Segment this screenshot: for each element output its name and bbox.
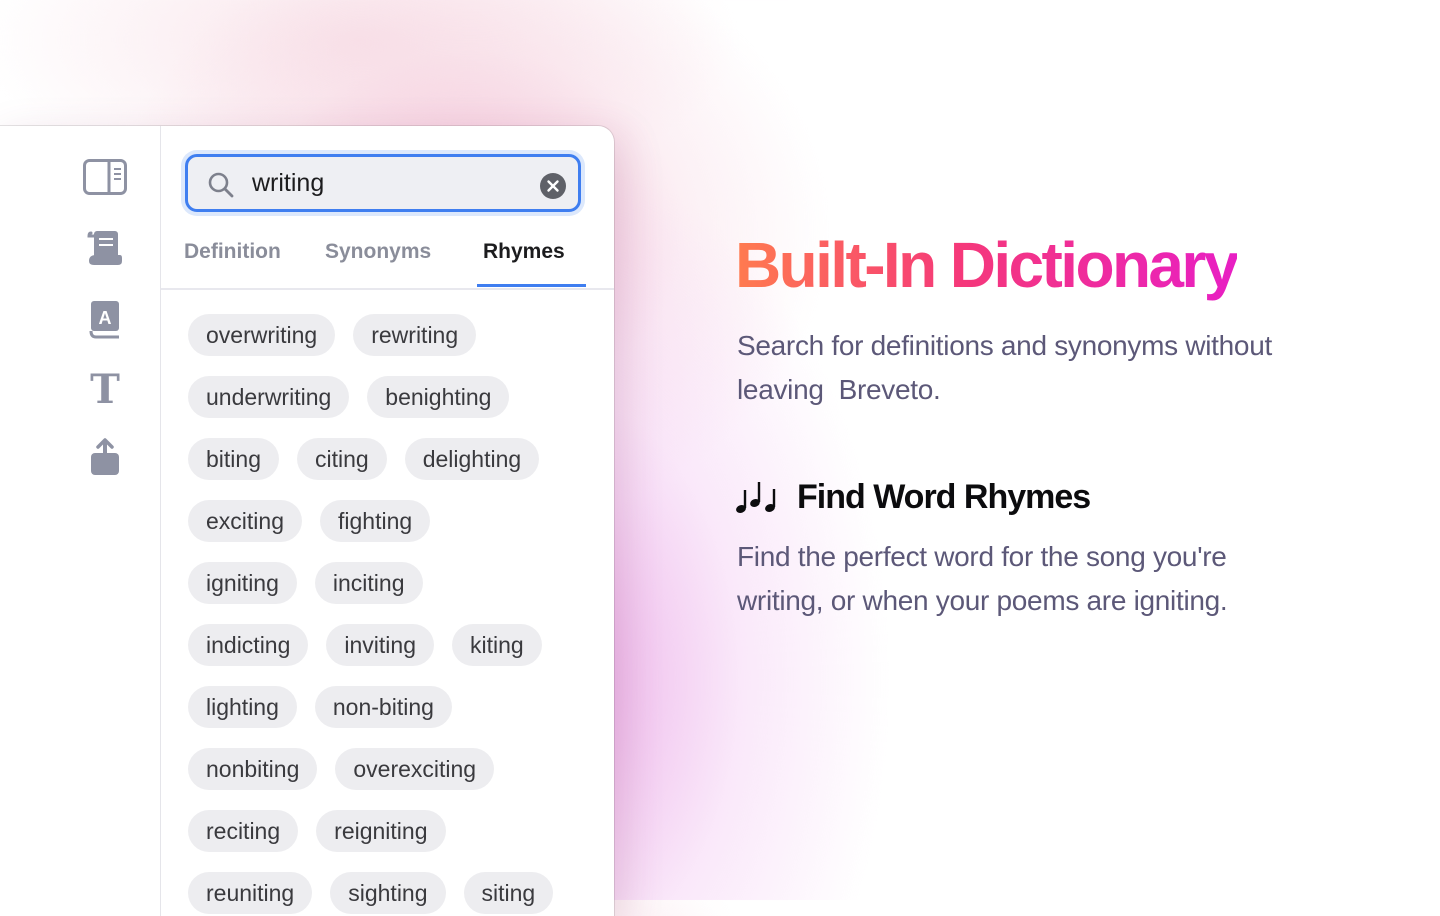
dictionary-book-icon[interactable]: A [80,294,130,344]
search-icon [207,171,235,204]
tool-rail: A T [0,126,161,916]
rhyme-chip[interactable]: delighting [404,438,540,480]
rhyme-chip[interactable]: lighting [188,686,297,728]
rhyme-row: biting citing delighting [188,438,598,480]
rhyme-chip[interactable]: exciting [188,500,302,542]
rhyme-chip[interactable]: inviting [326,624,434,666]
svg-text:A: A [99,308,112,328]
rhyme-chip[interactable]: kiting [452,624,542,666]
rhyme-chip[interactable]: indicting [188,624,309,666]
tab-bar: Definition Synonyms Rhymes [161,236,614,290]
tab-rhymes[interactable]: Rhymes [483,240,565,264]
rhyme-chip[interactable]: citing [296,438,387,480]
headline: Built-In Dictionary [735,229,1239,301]
rhyme-row: exciting fighting [188,500,598,542]
rhyme-chip[interactable]: non-biting [314,686,452,728]
rhyme-row: igniting inciting [188,562,598,604]
rhyme-chip[interactable]: biting [188,438,279,480]
rhyme-chip[interactable]: reigniting [316,810,446,852]
rhyme-row: overwriting rewriting [188,314,598,356]
rhyme-chip[interactable]: sighting [330,872,446,914]
rhyme-row: underwriting benighting [188,376,598,418]
app-window: A T writing Definition Synonyms Rhymes o… [0,126,614,916]
rhyme-row: lighting non-biting [188,686,598,728]
search-field[interactable] [185,154,581,212]
rhyme-chip[interactable]: fighting [319,500,431,542]
rhyme-chip[interactable]: nonbiting [188,748,318,790]
rhyme-chip[interactable]: overwriting [188,314,336,356]
rhyme-chip[interactable]: reuniting [188,872,313,914]
rhyme-row: reuniting sighting siting [188,872,598,914]
feature-title: Find Word Rhymes [797,478,1091,516]
rhyme-chip[interactable]: rewriting [353,314,477,356]
scroll-document-icon[interactable] [80,222,130,272]
search-input[interactable] [252,166,532,200]
rhyme-row: reciting reigniting [188,810,598,852]
close-icon [547,180,559,192]
rhyme-chip[interactable]: siting [463,872,554,914]
dictionary-panel: Definition Synonyms Rhymes overwriting r… [161,126,614,916]
rhyme-chip[interactable]: benighting [367,376,510,418]
share-icon[interactable] [80,432,130,482]
rhyme-chip[interactable]: igniting [188,562,297,604]
rhymes-list: overwriting rewriting underwriting benig… [188,314,598,916]
rhyme-chip[interactable]: overexciting [335,748,495,790]
svg-text:T: T [90,369,120,409]
tab-synonyms[interactable]: Synonyms [325,240,431,264]
headline-description: Search for definitions and synonyms with… [737,330,1272,405]
rhyme-row: indicting inviting kiting [188,624,598,666]
music-notes-icon [735,478,779,523]
rhyme-chip[interactable]: underwriting [188,376,350,418]
tab-definition[interactable]: Definition [184,240,281,264]
clear-search-button[interactable] [540,173,566,199]
rhyme-chip[interactable]: inciting [314,562,423,604]
text-format-icon[interactable]: T [80,364,130,414]
feature-description: Find the perfect word for the song you'r… [737,541,1228,616]
sidebar-toggle-icon[interactable] [80,152,130,202]
rhyme-row: nonbiting overexciting [188,748,598,790]
rhyme-chip[interactable]: reciting [188,810,299,852]
active-tab-indicator [477,284,586,287]
